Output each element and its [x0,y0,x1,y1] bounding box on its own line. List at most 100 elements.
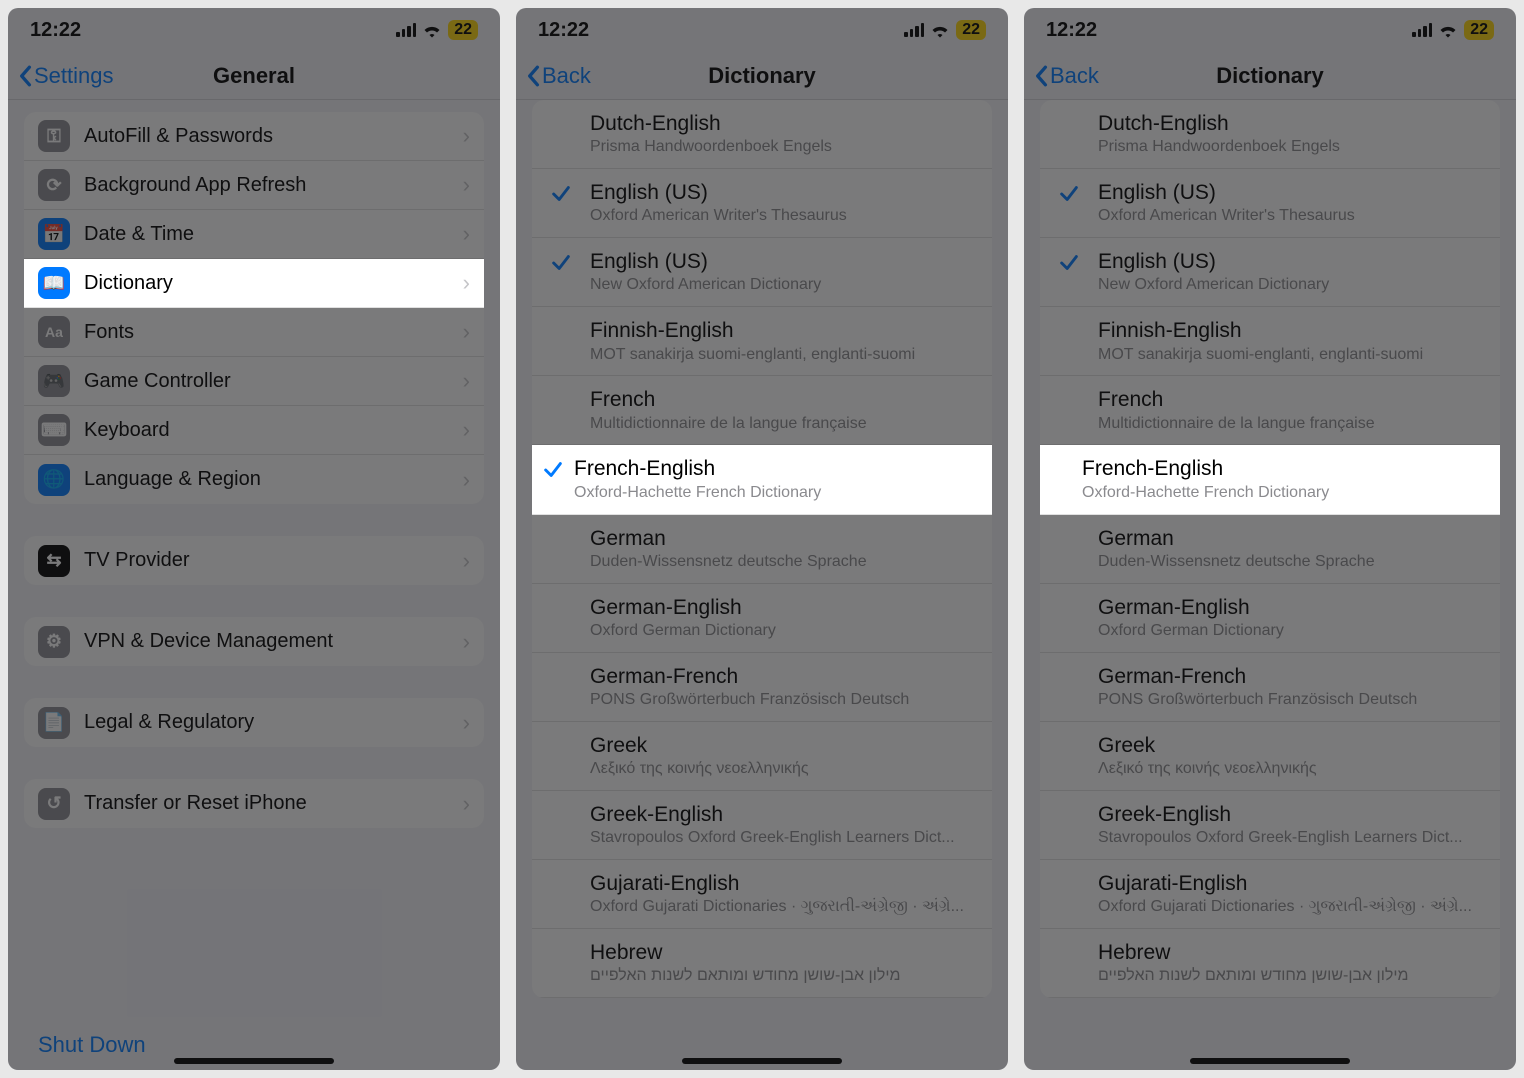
dictionary-subtitle: Oxford American Writer's Thesaurus [1098,206,1484,227]
checkmark-icon [532,110,590,114]
dictionary-title: German [1098,525,1484,552]
status-time: 12:22 [538,19,589,42]
nav-bar: Back Dictionary [516,52,1008,100]
dictionary-row[interactable]: German-FrenchPONS Großwörterbuch Französ… [1040,653,1500,722]
chevron-right-icon: › [463,221,470,247]
dictionary-row[interactable]: FrenchMultidictionnaire de la langue fra… [1040,376,1500,445]
back-button[interactable]: Back [516,63,591,89]
dictionary-subtitle: Prisma Handwoordenboek Engels [590,137,976,158]
checkmark-icon [532,870,590,874]
status-time: 12:22 [30,19,81,42]
screen-dictionary-unchecked: 12:22 22 Back Dictionary Dutch-EnglishPr… [1024,8,1516,1070]
status-bar: 12:22 22 [8,8,500,52]
dictionary-row[interactable]: Hebrewמילון אבן-שושן מחודש ומותאם לשנות … [1040,929,1500,998]
dictionary-list[interactable]: Dutch-EnglishPrisma Handwoordenboek Enge… [516,100,1008,1070]
settings-row-dictionary[interactable]: 📖Dictionary› [24,259,484,308]
home-indicator[interactable] [682,1058,842,1064]
dictionary-subtitle: Prisma Handwoordenboek Engels [1098,137,1484,158]
home-indicator[interactable] [174,1058,334,1064]
gamepad-icon: 🎮 [38,365,70,397]
dictionary-row[interactable]: Dutch-EnglishPrisma Handwoordenboek Enge… [532,100,992,169]
checkmark-icon [1040,317,1098,321]
chevron-left-icon [1034,65,1048,87]
dictionary-subtitle: Oxford-Hachette French Dictionary [574,483,992,504]
back-button[interactable]: Settings [8,63,114,89]
dictionary-subtitle: PONS Großwörterbuch Französisch Deutsch [1098,690,1484,711]
nav-bar: Back Dictionary [1024,52,1516,100]
dictionary-row[interactable]: English (US)Oxford American Writer's The… [1040,169,1500,238]
dictionary-row[interactable]: French-EnglishOxford-Hachette French Dic… [532,445,992,514]
dictionary-row[interactable]: English (US)Oxford American Writer's The… [532,169,992,238]
settings-row-autofill-passwords[interactable]: ⚿AutoFill & Passwords› [24,112,484,161]
settings-row-date-time[interactable]: 📅Date & Time› [24,210,484,259]
dictionary-row[interactable]: Hebrewמילון אבן-שושן מחודש ומותאם לשנות … [532,929,992,998]
chevron-right-icon: › [463,319,470,345]
checkmark-icon [1040,110,1098,114]
battery-badge: 22 [1464,20,1494,40]
chevron-right-icon: › [463,548,470,574]
dictionary-title: Finnish-English [590,317,976,344]
dictionary-row[interactable]: Finnish-EnglishMOT sanakirja suomi-engla… [1040,307,1500,376]
home-indicator[interactable] [1190,1058,1350,1064]
dictionary-row[interactable]: Greek-EnglishStavropoulos Oxford Greek-E… [532,791,992,860]
settings-row-legal-regulatory[interactable]: 📄Legal & Regulatory› [24,698,484,747]
dictionary-subtitle: Stavropoulos Oxford Greek-English Learne… [590,828,976,849]
settings-row-tv-provider[interactable]: ⇆TV Provider› [24,536,484,585]
checkmark-icon [1040,801,1098,805]
dictionary-title: German [590,525,976,552]
tv-icon: ⇆ [38,545,70,577]
settings-row-keyboard[interactable]: ⌨Keyboard› [24,406,484,455]
checkmark-icon [532,594,590,598]
screen-dictionary-checked: 12:22 22 Back Dictionary Dutch-EnglishPr… [516,8,1008,1070]
dictionary-row[interactable]: Greek-EnglishStavropoulos Oxford Greek-E… [1040,791,1500,860]
dictionary-row[interactable]: English (US)New Oxford American Dictiona… [532,238,992,307]
checkmark-icon [532,732,590,736]
checkmark-icon [532,248,590,274]
settings-row-transfer-or-reset-iphone[interactable]: ↺Transfer or Reset iPhone› [24,779,484,828]
dictionary-row[interactable]: German-FrenchPONS Großwörterbuch Französ… [532,653,992,722]
dictionary-title: English (US) [590,179,976,206]
dictionary-title: English (US) [1098,248,1484,275]
row-label: Dictionary [84,272,463,295]
dictionary-row[interactable]: GermanDuden-Wissensnetz deutsche Sprache [532,515,992,584]
settings-row-vpn-device-management[interactable]: ⚙VPN & Device Management› [24,617,484,666]
row-label: Keyboard [84,419,463,442]
dictionary-row[interactable]: Gujarati-EnglishOxford Gujarati Dictiona… [1040,860,1500,929]
settings-row-fonts[interactable]: AaFonts› [24,308,484,357]
dictionary-row[interactable]: Gujarati-EnglishOxford Gujarati Dictiona… [532,860,992,929]
checkmark-icon [532,801,590,805]
dictionary-subtitle: MOT sanakirja suomi-englanti, englanti-s… [590,345,976,366]
key-icon: ⚿ [38,120,70,152]
dictionary-row[interactable]: French-EnglishOxford-Hachette French Dic… [1040,445,1500,514]
dictionary-row[interactable]: GreekΛεξικό της κοινής νεοελληνικής [1040,722,1500,791]
back-button[interactable]: Back [1024,63,1099,89]
dictionary-subtitle: Stavropoulos Oxford Greek-English Learne… [1098,828,1484,849]
dictionary-subtitle: Duden-Wissensnetz deutsche Sprache [1098,552,1484,573]
checkmark-icon [1040,455,1082,459]
chevron-left-icon [18,65,32,87]
dictionary-row[interactable]: Dutch-EnglishPrisma Handwoordenboek Enge… [1040,100,1500,169]
row-label: Language & Region [84,468,463,491]
dictionary-row[interactable]: FrenchMultidictionnaire de la langue fra… [532,376,992,445]
dictionary-title: Hebrew [590,939,976,966]
settings-list[interactable]: ⚿AutoFill & Passwords›⟳Background App Re… [8,100,500,1020]
settings-row-game-controller[interactable]: 🎮Game Controller› [24,357,484,406]
dictionary-row[interactable]: Finnish-EnglishMOT sanakirja suomi-engla… [532,307,992,376]
dictionary-title: Greek-English [590,801,976,828]
dictionary-row[interactable]: GermanDuden-Wissensnetz deutsche Sprache [1040,515,1500,584]
settings-row-language-region[interactable]: 🌐Language & Region› [24,455,484,504]
dictionary-row[interactable]: English (US)New Oxford American Dictiona… [1040,238,1500,307]
checkmark-icon [532,525,590,529]
checkmark-icon [1040,732,1098,736]
battery-badge: 22 [448,20,478,40]
dictionary-row[interactable]: German-EnglishOxford German Dictionary [1040,584,1500,653]
back-label: Settings [34,63,114,89]
dictionary-title: German-English [590,594,976,621]
dictionary-list[interactable]: Dutch-EnglishPrisma Handwoordenboek Enge… [1024,100,1516,1070]
dictionary-row[interactable]: German-EnglishOxford German Dictionary [532,584,992,653]
checkmark-icon [1040,663,1098,667]
dictionary-row[interactable]: GreekΛεξικό της κοινής νεοελληνικής [532,722,992,791]
settings-row-background-app-refresh[interactable]: ⟳Background App Refresh› [24,161,484,210]
checkmark-icon [532,317,590,321]
battery-badge: 22 [956,20,986,40]
